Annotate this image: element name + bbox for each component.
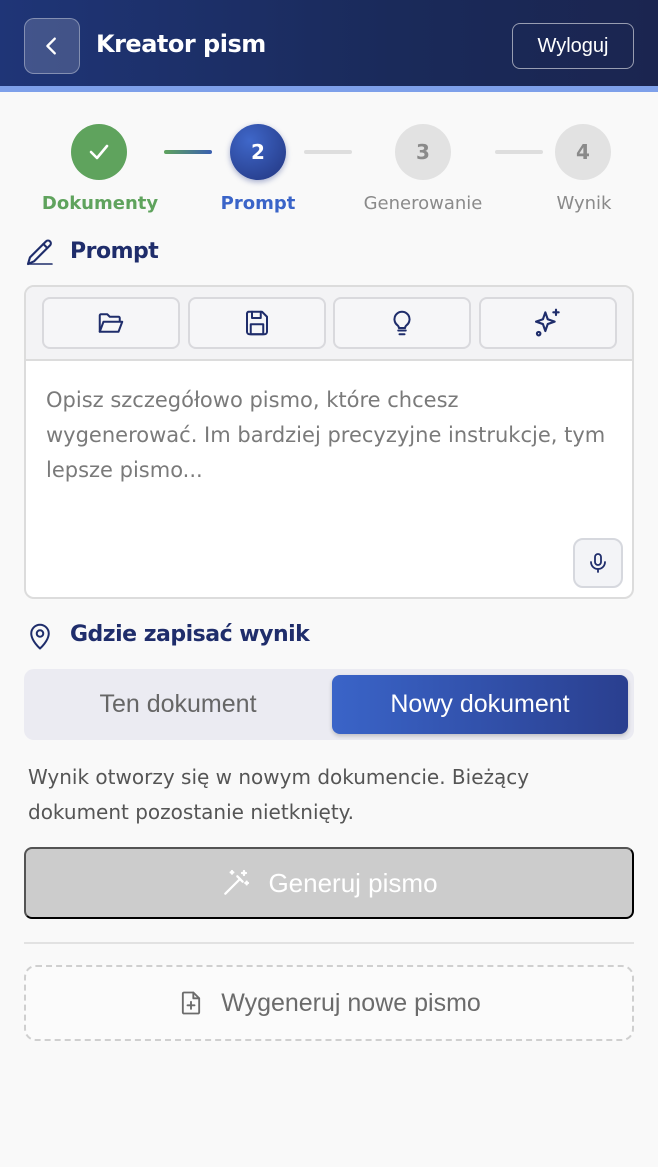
prompt-section-title: Prompt — [70, 239, 159, 264]
step-2-number: 2 — [251, 140, 265, 164]
step-connector-1 — [164, 150, 212, 154]
step-1-label: Dokumenty — [41, 193, 159, 214]
new-letter-button[interactable]: Wygeneruj nowe pismo — [24, 965, 634, 1041]
generate-letter-button[interactable]: Generuj pismo — [24, 847, 634, 919]
step-2-circle[interactable]: 2 — [230, 124, 286, 180]
prompt-editor — [24, 285, 634, 599]
save-icon — [245, 310, 268, 336]
option-new-document[interactable]: Nowy dokument — [332, 675, 628, 734]
step-connector-3 — [495, 150, 543, 154]
pencil-icon — [26, 239, 53, 266]
map-pin-icon — [30, 623, 50, 650]
microphone-icon — [590, 553, 606, 573]
sparkles-icon — [534, 308, 560, 337]
folder-open-icon — [98, 313, 124, 333]
step-3-label: Generowanie — [363, 193, 483, 214]
back-button[interactable] — [24, 18, 80, 74]
destination-toggle: Ten dokument Nowy dokument — [24, 669, 634, 740]
destination-section-title: Gdzie zapisać wynik — [70, 622, 310, 647]
step-3-number: 3 — [416, 140, 430, 164]
lightbulb-icon — [393, 310, 411, 336]
step-3-circle[interactable]: 3 — [395, 124, 451, 180]
tips-button[interactable] — [333, 297, 471, 349]
step-4-label: Wynik — [556, 193, 612, 214]
generate-letter-label: Generuj pismo — [268, 867, 438, 898]
magic-wand-icon — [224, 869, 250, 895]
page-title: Kreator pism — [96, 30, 266, 58]
option-current-document[interactable]: Ten dokument — [30, 675, 326, 734]
save-template-button[interactable] — [188, 297, 326, 349]
prompt-toolbar — [26, 287, 632, 361]
step-connector-2 — [304, 150, 352, 154]
step-2-label: Prompt — [220, 193, 296, 214]
prompt-input[interactable] — [46, 383, 616, 493]
ai-enhance-button[interactable] — [479, 297, 617, 349]
step-4-circle[interactable]: 4 — [555, 124, 611, 180]
file-plus-icon — [182, 991, 201, 1015]
destination-info-text: Wynik otworzy się w nowym dokumencie. Bi… — [28, 765, 530, 824]
section-divider — [24, 942, 634, 944]
open-template-button[interactable] — [42, 297, 180, 349]
step-4-number: 4 — [576, 140, 590, 164]
voice-input-button[interactable] — [573, 538, 623, 588]
logout-button[interactable]: Wyloguj — [512, 23, 634, 69]
check-icon — [89, 144, 109, 160]
chevron-left-icon — [46, 37, 56, 55]
new-letter-label: Wygeneruj nowe pismo — [221, 988, 481, 1017]
step-1-circle[interactable] — [71, 124, 127, 180]
header-accent-bar — [0, 86, 658, 92]
